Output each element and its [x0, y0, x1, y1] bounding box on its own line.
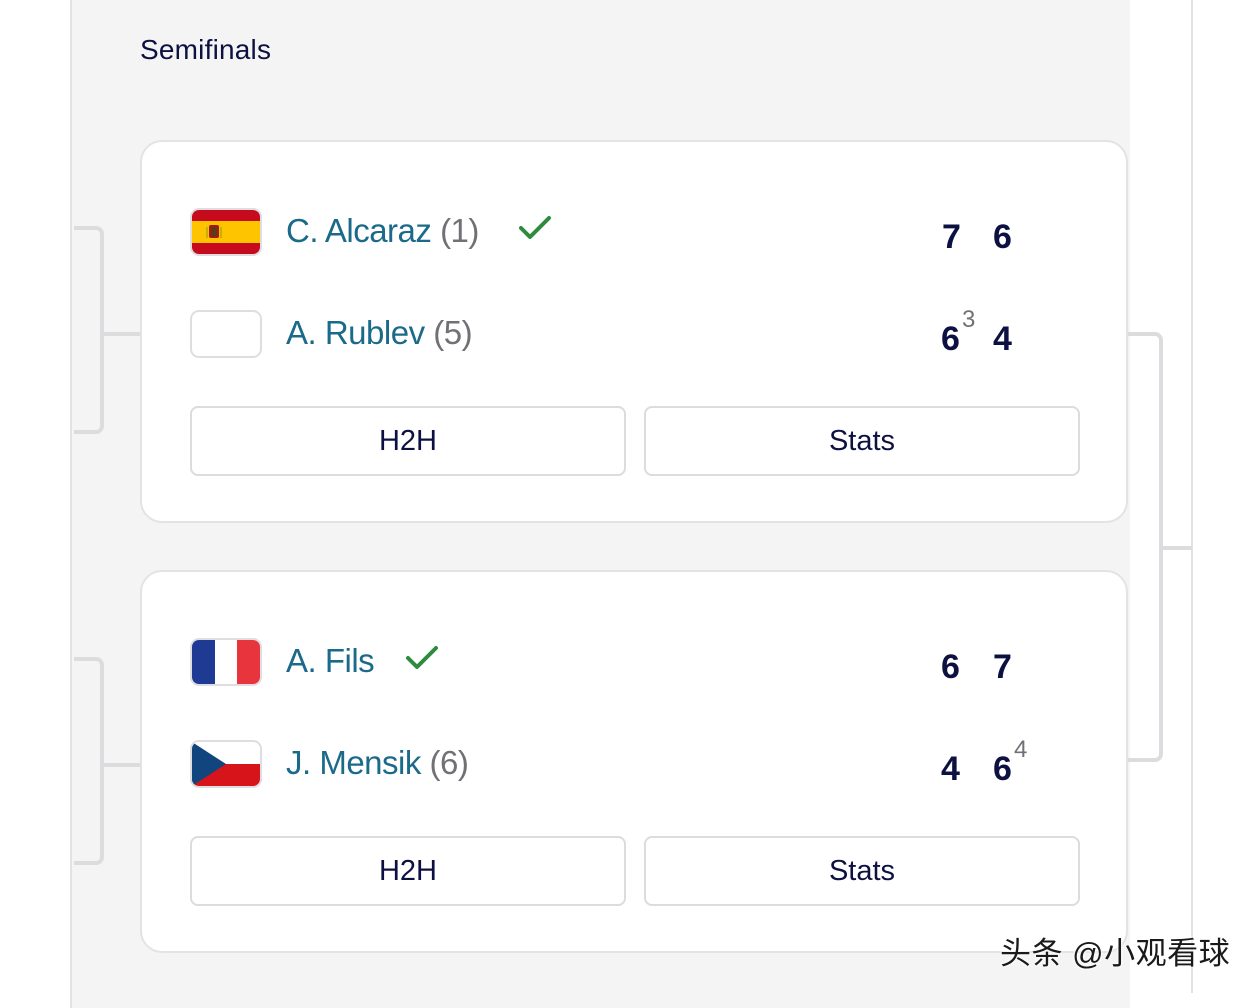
player-row[interactable]: A. Rublev (5) 6 3 4 — [190, 306, 1070, 364]
match-card: A. Fils 6 7 J. Mensik (6) 4 6 4 H2H Stat… — [140, 570, 1128, 953]
stats-button[interactable]: Stats — [644, 836, 1080, 906]
france-flag-icon — [190, 638, 262, 686]
player-name[interactable]: J. Mensik (6) — [286, 744, 469, 782]
player-name[interactable]: A. Fils — [286, 642, 439, 682]
set-score: 6 — [993, 750, 1012, 788]
bracket-connector-stub — [102, 763, 140, 767]
czech-flag-icon — [190, 740, 262, 788]
watermark: 头条 @小观看球 — [1000, 936, 1231, 971]
bracket-connector-right — [1128, 332, 1163, 762]
tiebreak-score: 3 — [962, 306, 976, 333]
bracket-connector-stub — [1160, 546, 1192, 550]
winner-check-icon — [518, 211, 552, 249]
bracket-connector-left — [74, 226, 104, 434]
player-row[interactable]: C. Alcaraz (1) 7 6 — [190, 206, 1070, 262]
player-seed: (6) — [429, 744, 469, 781]
tiebreak-score: 4 — [1014, 736, 1028, 763]
player-seed: (5) — [433, 314, 473, 351]
h2h-button[interactable]: H2H — [190, 836, 626, 906]
player-row[interactable]: J. Mensik (6) 4 6 4 — [190, 736, 1070, 794]
round-title: Semifinals — [140, 34, 272, 65]
player-name[interactable]: A. Rublev (5) — [286, 314, 473, 352]
set-score: 4 — [941, 750, 960, 788]
set-score: 6 — [941, 648, 960, 686]
player-name[interactable]: C. Alcaraz (1) — [286, 212, 552, 252]
set-score: 6 — [993, 218, 1012, 256]
set-score: 6 — [941, 320, 960, 358]
draw-divider — [1191, 0, 1193, 993]
h2h-button[interactable]: H2H — [190, 406, 626, 476]
player-row[interactable]: A. Fils 6 7 — [190, 636, 1070, 692]
winner-check-icon — [405, 641, 439, 679]
bracket-connector-stub — [102, 332, 140, 336]
set-score: 7 — [993, 648, 1012, 686]
player-seed: (1) — [440, 212, 479, 249]
bracket-connector-left — [74, 657, 104, 865]
match-card: C. Alcaraz (1) 7 6 A. Rublev (5) 6 3 4 H… — [140, 140, 1128, 523]
spain-flag-icon — [190, 208, 262, 256]
blank-flag-icon — [190, 310, 262, 358]
set-score: 4 — [993, 320, 1012, 358]
stats-button[interactable]: Stats — [644, 406, 1080, 476]
set-score: 7 — [942, 218, 961, 256]
